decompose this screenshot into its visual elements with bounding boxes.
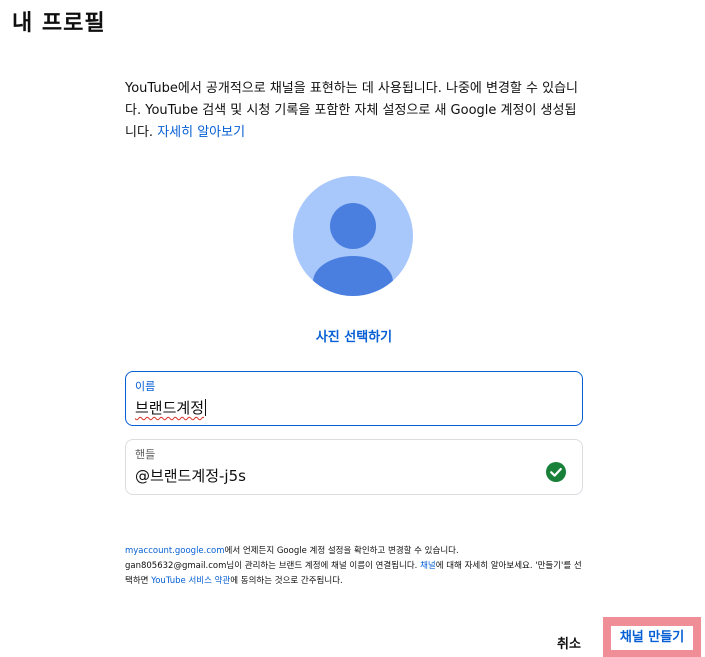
handle-field-label: 핸들 — [135, 448, 156, 461]
handle-input[interactable]: @브랜드계정-j5s — [135, 465, 246, 486]
name-field[interactable]: 이름 브랜드계정 — [125, 371, 583, 426]
create-channel-button[interactable]: 채널 만들기 — [611, 626, 693, 650]
footnote-line3: 에 동의하는 것으로 간주됩니다. — [230, 576, 343, 586]
intro-text: YouTube에서 공개적으로 채널을 표현하는 데 사용됩니다. 나중에 변경… — [125, 78, 585, 144]
footnote-line2-a: gan805632@gmail.com님이 관리하는 브랜드 계정에 채널 이름… — [125, 561, 421, 571]
cancel-button[interactable]: 취소 — [557, 633, 581, 652]
person-avatar-icon — [313, 203, 393, 296]
check-circle-icon — [546, 462, 566, 482]
learn-more-link[interactable]: 자세히 알아보기 — [157, 125, 245, 140]
page-title: 내 프로필 — [12, 11, 106, 36]
handle-field[interactable]: 핸들 @브랜드계정-j5s — [125, 439, 583, 495]
name-input-value: 브랜드계정 — [135, 399, 205, 417]
name-input[interactable]: 브랜드계정 — [135, 397, 207, 418]
profile-avatar[interactable] — [293, 176, 413, 296]
footnote-line1: 에서 언제든지 Google 계정 설정을 확인하고 변경할 수 있습니다. — [224, 546, 459, 556]
create-channel-dialog: 내 프로필 YouTube에서 공개적으로 채널을 표현하는 데 사용됩니다. … — [0, 0, 705, 657]
myaccount-link[interactable]: myaccount.google.com — [125, 546, 225, 556]
choose-photo-button[interactable]: 사진 선택하기 — [254, 326, 454, 345]
name-field-label: 이름 — [135, 380, 156, 393]
footnote: myaccount.google.com에서 언제든지 Google 계정 설정… — [125, 544, 585, 589]
channel-link[interactable]: 채널 — [420, 561, 436, 571]
text-caret — [205, 399, 207, 416]
terms-of-service-link[interactable]: YouTube 서비스 약관 — [151, 576, 230, 586]
